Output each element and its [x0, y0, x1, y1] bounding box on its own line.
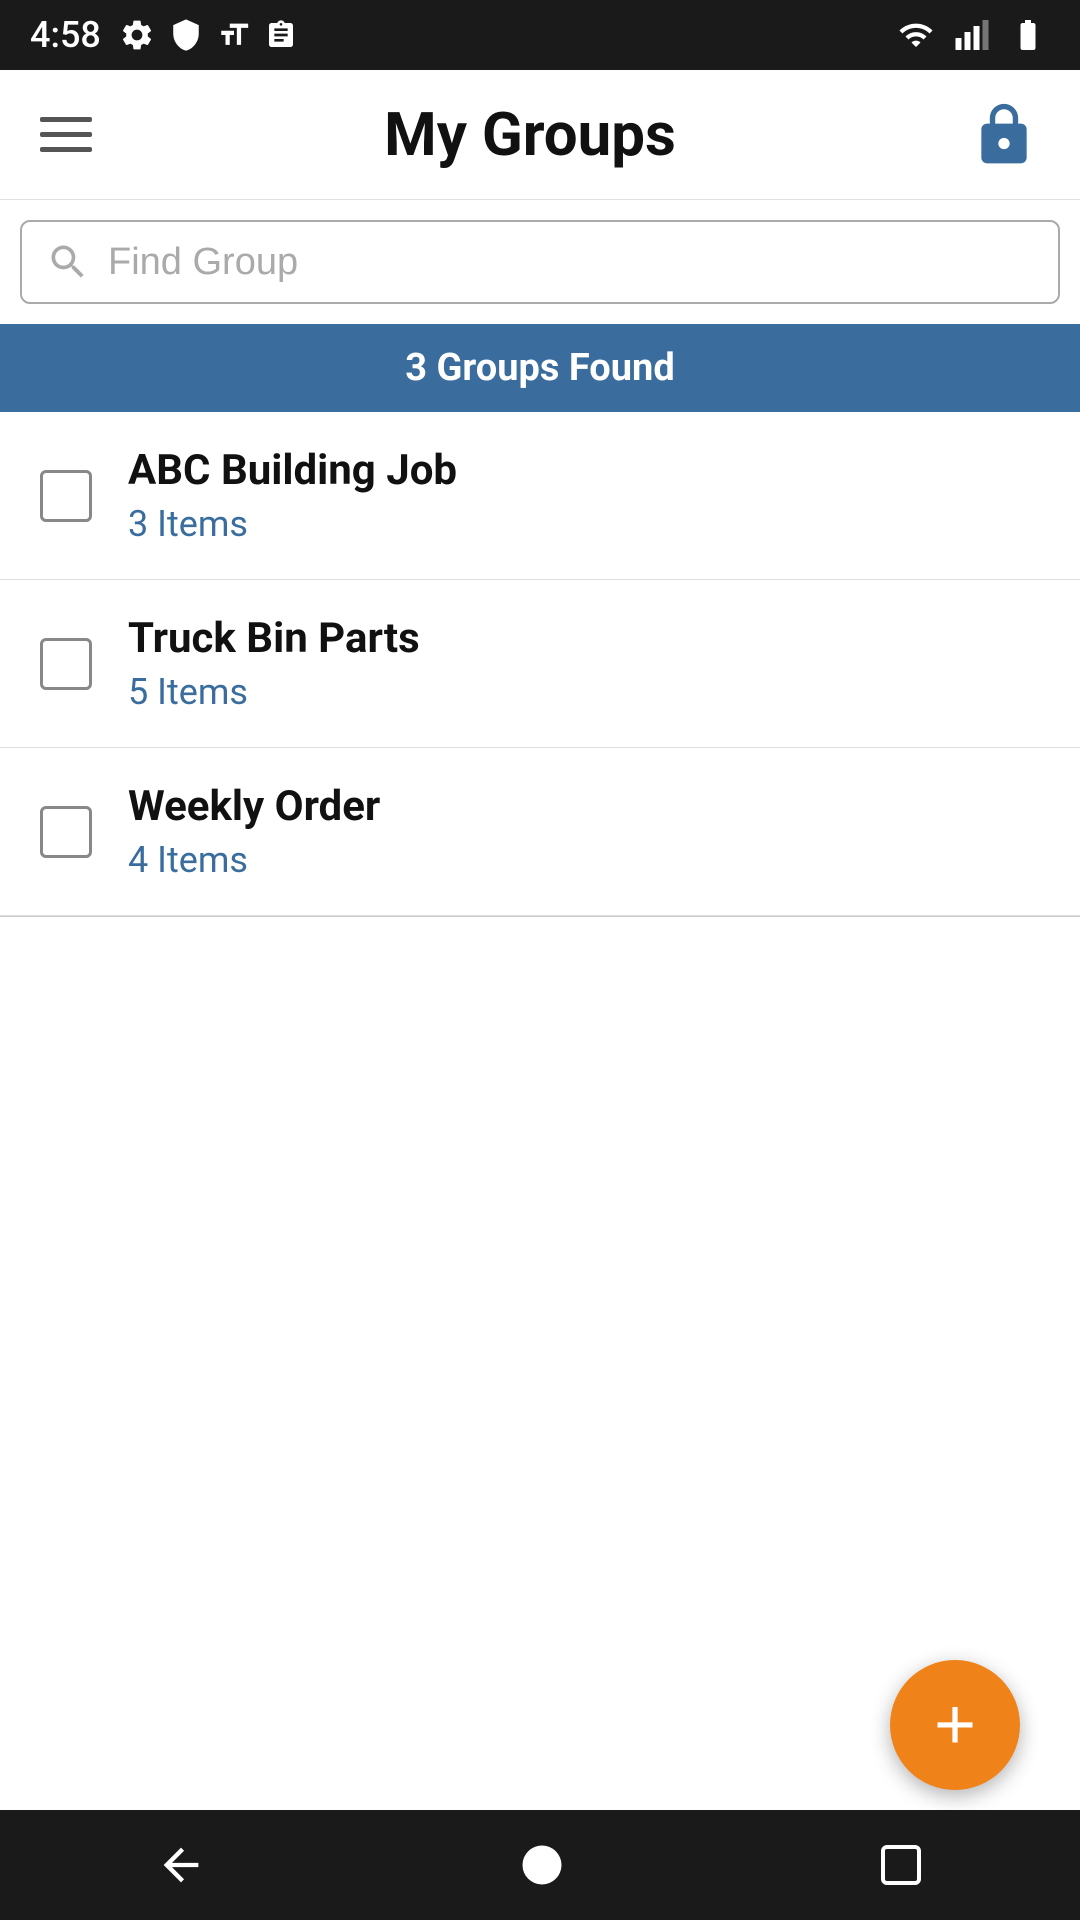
lock-button[interactable] [968, 99, 1040, 171]
group-count: 4 Items [128, 839, 380, 881]
search-icon [46, 240, 90, 284]
bottom-navigation [0, 1810, 1080, 1920]
status-bar-right [894, 17, 1050, 53]
group-count: 3 Items [128, 503, 457, 545]
back-icon [155, 1839, 207, 1891]
wifi-icon [894, 17, 938, 53]
group-checkbox-2[interactable] [40, 806, 92, 858]
clipboard-icon [265, 17, 297, 53]
group-list-item: Truck Bin Parts 5 Items [0, 580, 1080, 748]
content-divider [0, 916, 1080, 917]
status-time: 4:58 [30, 14, 101, 56]
font-icon [217, 17, 251, 53]
group-info: ABC Building Job 3 Items [128, 446, 457, 545]
status-bar: 4:58 [0, 0, 1080, 70]
group-count: 5 Items [128, 671, 420, 713]
search-wrapper [20, 220, 1060, 304]
status-icons [119, 17, 297, 53]
settings-icon [119, 17, 155, 53]
group-info: Truck Bin Parts 5 Items [128, 614, 420, 713]
shield-icon [169, 17, 203, 53]
signal-icon [954, 17, 990, 53]
home-button[interactable] [516, 1839, 568, 1891]
search-container [0, 200, 1080, 324]
group-list-item: Weekly Order 4 Items [0, 748, 1080, 916]
group-list: ABC Building Job 3 Items Truck Bin Parts 5 … [0, 412, 1080, 916]
battery-icon [1006, 17, 1050, 53]
header: My Groups [0, 70, 1080, 200]
status-bar-left: 4:58 [30, 14, 297, 56]
hamburger-line-1 [40, 117, 92, 122]
hamburger-menu-button[interactable] [40, 117, 92, 152]
recent-apps-button[interactable] [877, 1841, 925, 1889]
group-name: Weekly Order [128, 782, 380, 831]
add-group-button[interactable]: + [890, 1660, 1020, 1790]
search-input[interactable] [108, 241, 1034, 284]
lock-icon [970, 101, 1038, 169]
group-info: Weekly Order 4 Items [128, 782, 380, 881]
group-name: ABC Building Job [128, 446, 457, 495]
results-count: 3 Groups Found [405, 346, 674, 390]
group-list-item: ABC Building Job 3 Items [0, 412, 1080, 580]
home-icon [516, 1839, 568, 1891]
group-checkbox-1[interactable] [40, 638, 92, 690]
recent-apps-icon [877, 1841, 925, 1889]
page-title: My Groups [384, 99, 676, 170]
group-name: Truck Bin Parts [128, 614, 420, 663]
hamburger-line-2 [40, 132, 92, 137]
back-button[interactable] [155, 1839, 207, 1891]
hamburger-line-3 [40, 147, 92, 152]
group-checkbox-0[interactable] [40, 470, 92, 522]
add-icon: + [934, 1689, 976, 1761]
results-banner: 3 Groups Found [0, 324, 1080, 412]
